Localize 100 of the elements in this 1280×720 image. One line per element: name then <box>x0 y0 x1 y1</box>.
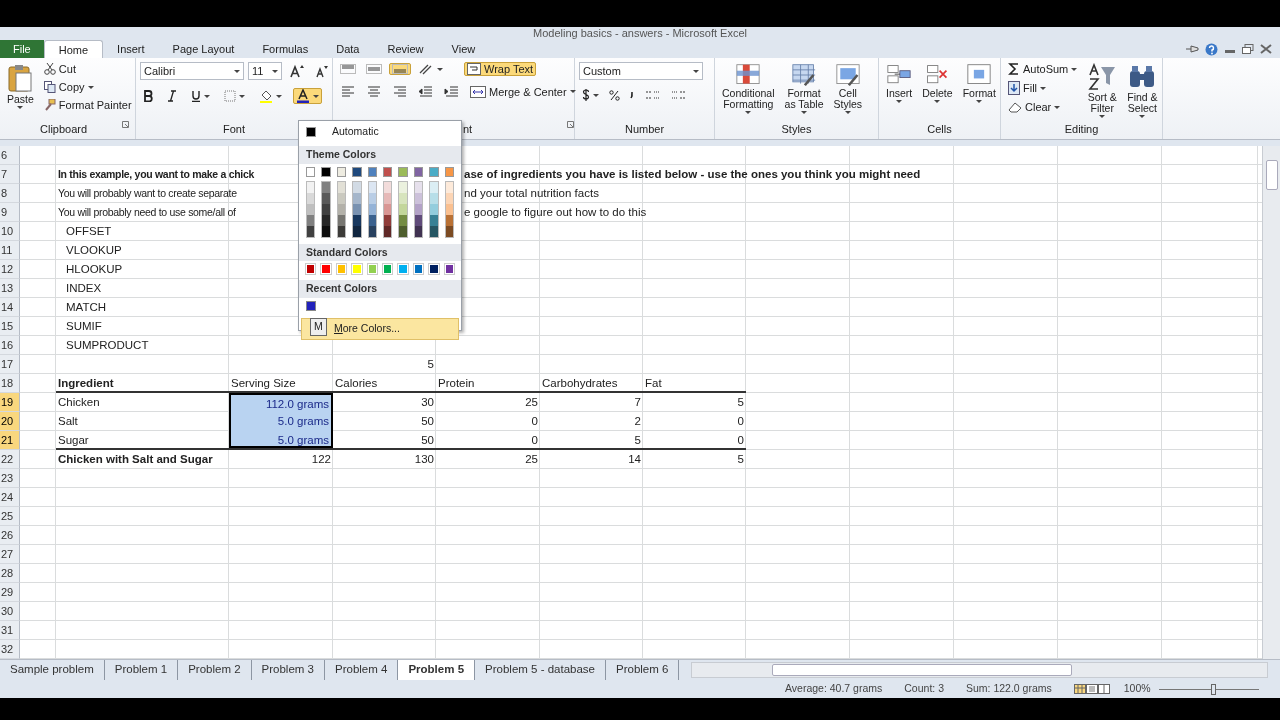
format-painter-button[interactable]: Format Painter <box>40 98 135 113</box>
row-header[interactable]: 7 <box>0 165 20 184</box>
vertical-scrollbar[interactable] <box>1262 146 1280 659</box>
shade-column[interactable] <box>352 180 362 238</box>
color-swatch[interactable] <box>306 166 316 177</box>
color-swatch[interactable] <box>383 166 393 177</box>
ribbon-tab[interactable]: Data <box>322 40 374 58</box>
shade-column[interactable] <box>413 180 424 238</box>
row-header[interactable]: 25 <box>0 507 20 526</box>
color-swatch[interactable] <box>336 166 347 177</box>
font-name-field[interactable]: Calibri <box>140 62 244 80</box>
percent-button[interactable] <box>606 88 623 102</box>
number-format-field[interactable]: Custom <box>579 62 703 80</box>
row-header[interactable]: 32 <box>0 640 20 659</box>
row-header[interactable]: 28 <box>0 564 20 583</box>
selected-cell[interactable]: 5.0 grams <box>229 412 333 431</box>
ribbon-tab[interactable]: Insert <box>103 40 159 58</box>
shade-column[interactable] <box>306 180 316 238</box>
color-swatch[interactable] <box>306 301 316 311</box>
format-button[interactable]: Format <box>959 62 999 123</box>
color-swatch[interactable] <box>367 166 378 177</box>
row-header[interactable]: 18 <box>0 374 20 393</box>
row-header[interactable]: 17 <box>0 355 20 374</box>
row-header[interactable]: 10 <box>0 222 20 241</box>
automatic-option[interactable]: Automatic <box>299 121 461 143</box>
shade-column[interactable] <box>367 180 378 238</box>
merge-center-button[interactable]: Merge & Center <box>467 84 579 99</box>
group-label: Font <box>223 121 245 137</box>
ribbon-tab[interactable]: View <box>437 40 490 58</box>
font-size-field[interactable]: 11 <box>248 62 282 80</box>
caret-icon <box>1040 86 1047 90</box>
cell-text: 122 <box>310 452 332 467</box>
row-header[interactable]: 26 <box>0 526 20 545</box>
copy-button[interactable]: Copy <box>40 80 135 95</box>
middle-align-button[interactable] <box>363 63 385 76</box>
delete-button[interactable]: Delete <box>919 62 956 123</box>
clear-button[interactable]: Clear <box>1005 100 1081 115</box>
status-text: Average: 40.7 grams <box>785 681 883 697</box>
conditional-formatting-button[interactable]: Conditional Formatting <box>719 62 778 123</box>
row-header[interactable]: 23 <box>0 469 20 488</box>
insert-button[interactable]: Insert <box>883 62 916 123</box>
row-header[interactable]: 16 <box>0 336 20 355</box>
row-header[interactable]: 14 <box>0 298 20 317</box>
selected-cell[interactable]: 112.0 grams <box>229 393 333 412</box>
find-select-button[interactable]: Find & Select <box>1124 62 1161 123</box>
ribbon-tab[interactable]: Formulas <box>248 40 323 58</box>
cell-styles-button[interactable]: Cell Styles <box>830 62 866 123</box>
autosum-button[interactable]: AutoSum <box>1005 62 1081 77</box>
cut-button[interactable]: Cut <box>40 62 135 77</box>
shade-column[interactable] <box>336 180 347 238</box>
color-swatch[interactable] <box>352 166 362 177</box>
cell-text: 7 <box>633 395 642 410</box>
file-tab[interactable]: File <box>0 40 44 58</box>
ribbon-tab[interactable]: Page Layout <box>158 40 249 58</box>
bottom-align-button[interactable] <box>389 63 411 76</box>
paste-button[interactable]: Paste <box>4 62 37 123</box>
row-header[interactable]: 29 <box>0 583 20 602</box>
shade-column[interactable] <box>398 180 408 238</box>
shade-column[interactable] <box>383 180 393 238</box>
font-color-button[interactable] <box>293 88 322 104</box>
row-header[interactable]: 13 <box>0 279 20 298</box>
sheet-tab[interactable]: Problem 5 <box>398 660 476 680</box>
zoom-slider[interactable] <box>1158 683 1259 695</box>
fill-button[interactable]: Fill <box>1005 80 1081 97</box>
color-swatch[interactable] <box>321 166 331 177</box>
caret-icon <box>976 100 983 103</box>
ribbon-tab[interactable]: Review <box>373 40 438 58</box>
row-header[interactable]: 11 <box>0 241 20 260</box>
shade-column[interactable] <box>444 180 455 238</box>
selected-cell[interactable]: 5.0 grams <box>229 431 333 448</box>
color-swatch[interactable] <box>413 166 424 177</box>
row-header[interactable]: 22 <box>0 450 20 469</box>
row-header[interactable]: 15 <box>0 317 20 336</box>
fill-down-icon <box>1008 81 1020 96</box>
row-header[interactable]: 19 <box>0 393 20 412</box>
row-header[interactable]: 9 <box>0 203 20 222</box>
wrap-text-button[interactable]: Wrap Text <box>464 62 537 77</box>
row-header[interactable]: 20 <box>0 412 20 431</box>
row-header[interactable]: 8 <box>0 184 20 203</box>
caret-icon <box>934 100 941 103</box>
row-header[interactable]: 21 <box>0 431 20 450</box>
color-swatch[interactable] <box>398 166 408 177</box>
shade-column[interactable] <box>429 180 439 238</box>
cell-text: 2 <box>633 414 642 429</box>
row-header[interactable]: 24 <box>0 488 20 507</box>
top-align-button[interactable] <box>337 63 359 76</box>
ribbon-tab[interactable]: Home <box>43 40 104 58</box>
sort-filter-button[interactable]: Sort & Filter <box>1084 62 1121 123</box>
row-header[interactable]: 31 <box>0 621 20 640</box>
horizontal-scrollbar[interactable] <box>691 662 1268 678</box>
group-label: Number <box>624 121 665 137</box>
color-swatch[interactable] <box>444 166 455 177</box>
shade-column[interactable] <box>321 180 331 238</box>
row-header[interactable]: 30 <box>0 602 20 621</box>
section-heading: Recent Colors <box>299 280 461 298</box>
color-swatch[interactable] <box>429 166 439 177</box>
row-header[interactable]: 27 <box>0 545 20 564</box>
row-header[interactable]: 6 <box>0 146 20 165</box>
row-header[interactable]: 12 <box>0 260 20 279</box>
format-as-table-button[interactable]: Format as Table <box>781 62 827 123</box>
